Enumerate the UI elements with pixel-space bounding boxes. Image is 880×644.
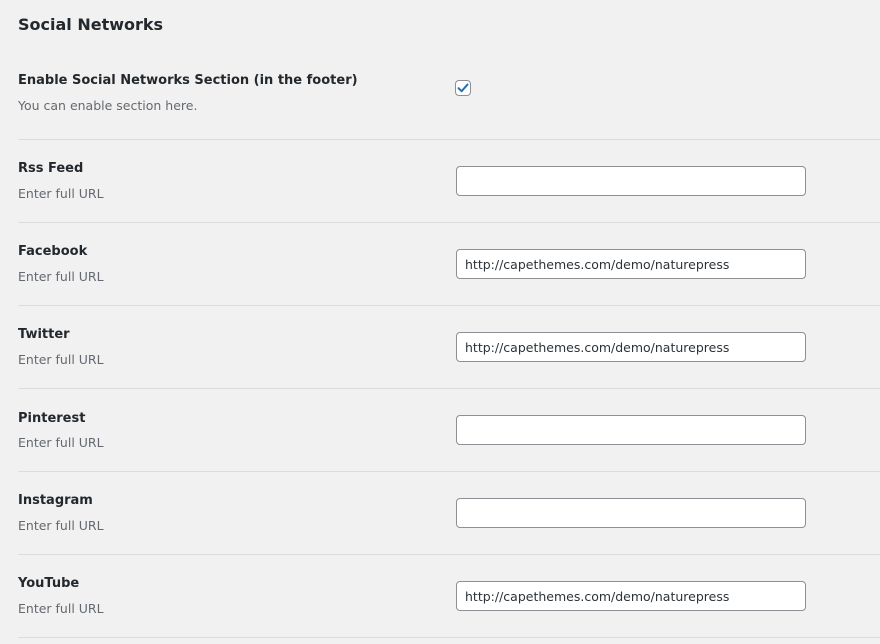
- enable-social-checkbox[interactable]: [455, 80, 471, 96]
- field-row-pinterest: Pinterest Enter full URL: [18, 388, 880, 472]
- field-description: Enter full URL: [18, 601, 104, 616]
- field-description: Enter full URL: [18, 518, 104, 533]
- field-label: Instagram: [18, 493, 93, 508]
- field-label: Pinterest: [18, 411, 86, 426]
- field-description: Enter full URL: [18, 352, 104, 367]
- field-label: Twitter: [18, 327, 70, 342]
- field-row-facebook: Facebook Enter full URL: [18, 222, 880, 306]
- instagram-url-input[interactable]: [456, 498, 806, 528]
- rss-feed-url-input[interactable]: [456, 166, 806, 196]
- field-description: Enter full URL: [18, 269, 104, 284]
- section-title: Social Networks: [18, 15, 164, 34]
- enable-social-description: You can enable section here.: [18, 98, 198, 113]
- field-description: Enter full URL: [18, 435, 104, 450]
- field-label: Rss Feed: [18, 161, 84, 176]
- field-label: YouTube: [18, 576, 80, 591]
- pinterest-url-input[interactable]: [456, 415, 806, 445]
- checkmark-icon: [457, 83, 469, 93]
- twitter-url-input[interactable]: [456, 332, 806, 362]
- youtube-url-input[interactable]: [456, 581, 806, 611]
- field-label: Facebook: [18, 244, 88, 259]
- field-row-twitter: Twitter Enter full URL: [18, 305, 880, 389]
- enable-social-row: Enable Social Networks Section (in the f…: [18, 60, 880, 140]
- field-description: Enter full URL: [18, 186, 104, 201]
- field-row-instagram: Instagram Enter full URL: [18, 471, 880, 555]
- facebook-url-input[interactable]: [456, 249, 806, 279]
- enable-social-label: Enable Social Networks Section (in the f…: [18, 73, 358, 88]
- field-row-rss-feed: Rss Feed Enter full URL: [18, 139, 880, 223]
- field-row-youtube: YouTube Enter full URL: [18, 554, 880, 638]
